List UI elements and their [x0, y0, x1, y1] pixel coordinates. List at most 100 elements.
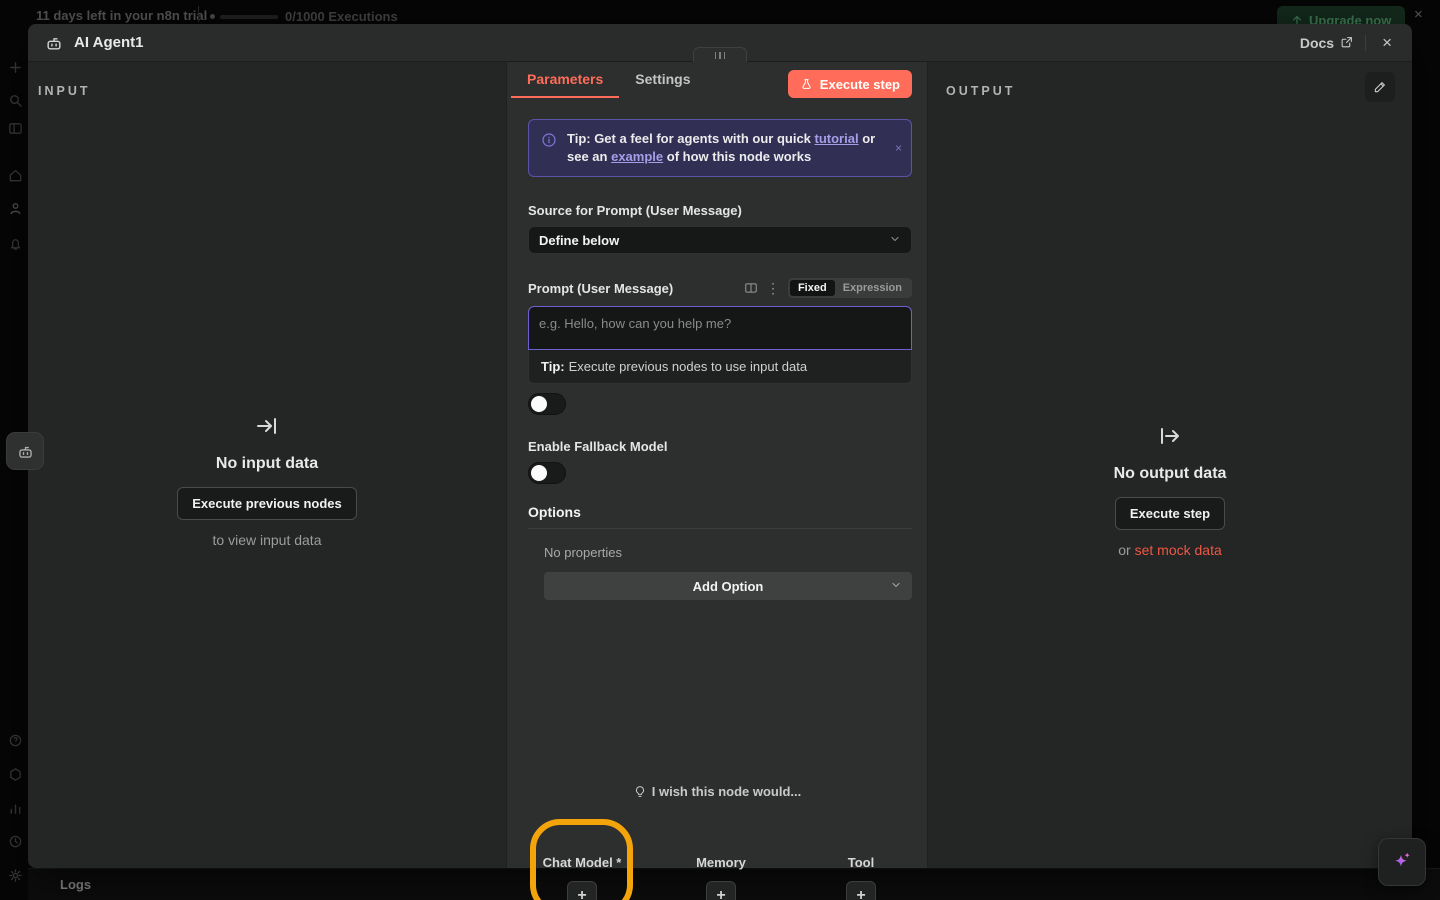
tip-part3: of how this node works [663, 149, 811, 164]
canvas-close-icon: × [1414, 6, 1423, 23]
executions-count: 0/1000 Executions [285, 9, 398, 24]
add-tool-button[interactable]: + [846, 881, 876, 900]
source-for-prompt-select[interactable]: Define below [528, 226, 912, 254]
tip-part1: Tip: Get a feel for agents with our quic… [567, 131, 815, 146]
options-section-title: Options [528, 504, 912, 529]
pencil-icon [1373, 80, 1387, 94]
home-icon [8, 168, 23, 183]
tip-banner-text: Tip: Get a feel for agents with our quic… [567, 130, 885, 166]
tool-label: Tool [801, 855, 921, 870]
edit-output-button[interactable] [1365, 72, 1395, 102]
or-text: or [1118, 542, 1134, 558]
enable-fallback-toggle[interactable] [528, 462, 566, 484]
output-empty-state: No output data Execute step or set mock … [928, 424, 1412, 558]
close-modal-icon[interactable]: × [1378, 32, 1396, 53]
chevron-down-icon [890, 579, 902, 594]
no-input-data-title: No input data [28, 455, 506, 473]
memory-label: Memory [661, 855, 781, 870]
input-hint: to view input data [28, 532, 506, 548]
trial-countdown: 11 days left in your n8n trial [36, 8, 207, 23]
set-mock-data-link[interactable]: set mock data [1135, 542, 1222, 558]
output-pane: OUTPUT No output data Execute step or se… [928, 62, 1412, 868]
docs-link[interactable]: Docs [1300, 35, 1353, 51]
bell-icon [8, 236, 23, 251]
input-empty-state: No input data Execute previous nodes to … [28, 414, 506, 548]
source-select-value: Define below [539, 233, 619, 248]
no-output-data-title: No output data [928, 465, 1412, 483]
ndv-tabs: Parameters Settings [511, 62, 707, 98]
expression-option[interactable]: Expression [835, 280, 910, 296]
enable-fallback-label: Enable Fallback Model [528, 439, 912, 454]
panel-drag-handle[interactable] [693, 47, 747, 62]
node-details-modal: AI Agent1 Docs × INPUT No input data Exe… [28, 24, 1412, 868]
mock-data-row: or set mock data [928, 542, 1412, 558]
floating-node-icon [6, 432, 44, 470]
add-option-button[interactable]: Add Option [544, 572, 912, 600]
input-arrow-icon [28, 414, 506, 443]
tab-settings[interactable]: Settings [619, 62, 706, 98]
robot-icon [16, 442, 35, 461]
header-divider [1365, 35, 1366, 51]
robot-icon [44, 33, 64, 53]
node-feedback-link[interactable]: I wish this node would... [507, 784, 927, 799]
trial-progress-bar [220, 15, 278, 19]
prompt-field-header: Prompt (User Message) ⋮ Fixed Expression [528, 278, 912, 298]
add-chat-model-button[interactable]: + [567, 881, 597, 900]
node-title: AI Agent1 [44, 33, 143, 53]
help-icon [8, 733, 23, 748]
add-option-label: Add Option [693, 579, 764, 594]
insights-icon [8, 801, 23, 816]
parameters-pane: Parameters Settings Execute step Tip: Ge… [506, 62, 928, 868]
sparkles-icon [1389, 849, 1415, 875]
fixed-option[interactable]: Fixed [790, 280, 835, 296]
gear-icon [8, 868, 23, 883]
output-arrow-icon [928, 424, 1412, 453]
banner-close-icon[interactable]: × [895, 141, 902, 155]
n8n-app: 11 days left in your n8n trial 0/1000 Ex… [0, 0, 1440, 900]
lightbulb-icon [633, 785, 647, 799]
output-execute-step-button[interactable]: Execute step [1115, 497, 1225, 530]
fixed-expression-toggle: Fixed Expression [788, 278, 912, 298]
add-memory-button[interactable]: + [706, 881, 736, 900]
source-for-prompt-label: Source for Prompt (User Message) [528, 203, 912, 218]
parameters-scroll-area: Tip: Get a feel for agents with our quic… [507, 98, 927, 868]
templates-icon [8, 121, 23, 136]
connector-tool: Tool + [801, 855, 921, 900]
external-link-icon [1340, 36, 1353, 49]
wish-text: I wish this node would... [652, 784, 802, 799]
execute-step-button[interactable]: Execute step [788, 70, 912, 98]
connector-memory: Memory + [661, 855, 781, 900]
trial-topbar: 11 days left in your n8n trial 0/1000 Ex… [0, 0, 1440, 26]
node-title-text: AI Agent1 [74, 34, 143, 51]
personal-icon [8, 201, 23, 216]
input-pane-title: INPUT [38, 84, 91, 98]
kebab-menu-icon[interactable]: ⋮ [766, 280, 780, 297]
add-workflow-icon [8, 60, 23, 75]
docs-label: Docs [1300, 35, 1334, 51]
prompt-label: Prompt (User Message) [528, 281, 673, 296]
agents-tip-banner: Tip: Get a feel for agents with our quic… [528, 119, 912, 177]
example-link[interactable]: example [611, 149, 663, 164]
execute-previous-nodes-button[interactable]: Execute previous nodes [177, 487, 357, 520]
output-pane-title: OUTPUT [946, 84, 1015, 98]
tutorial-link[interactable]: tutorial [815, 131, 859, 146]
prompt-tip-text: Execute previous nodes to use input data [569, 359, 808, 374]
chevron-down-icon [889, 233, 901, 248]
prompt-tip-bold: Tip: [541, 359, 565, 374]
input-pane: INPUT No input data Execute previous nod… [28, 62, 506, 868]
connector-chat-model: Chat Model * + [522, 855, 642, 900]
prompt-input[interactable] [528, 306, 912, 350]
history-icon [8, 834, 23, 849]
logs-label: Logs [60, 877, 91, 892]
flask-icon [800, 78, 813, 91]
chat-model-label: Chat Model * [522, 855, 642, 870]
topbar-divider [198, 6, 199, 22]
ai-assistant-button[interactable] [1378, 838, 1426, 886]
search-icon [8, 93, 23, 108]
tab-parameters[interactable]: Parameters [511, 62, 619, 98]
output-format-toggle[interactable] [528, 393, 566, 415]
execute-step-label: Execute step [820, 77, 900, 92]
no-properties-text: No properties [544, 545, 912, 560]
info-icon [541, 132, 557, 166]
split-panel-icon[interactable] [744, 281, 758, 295]
